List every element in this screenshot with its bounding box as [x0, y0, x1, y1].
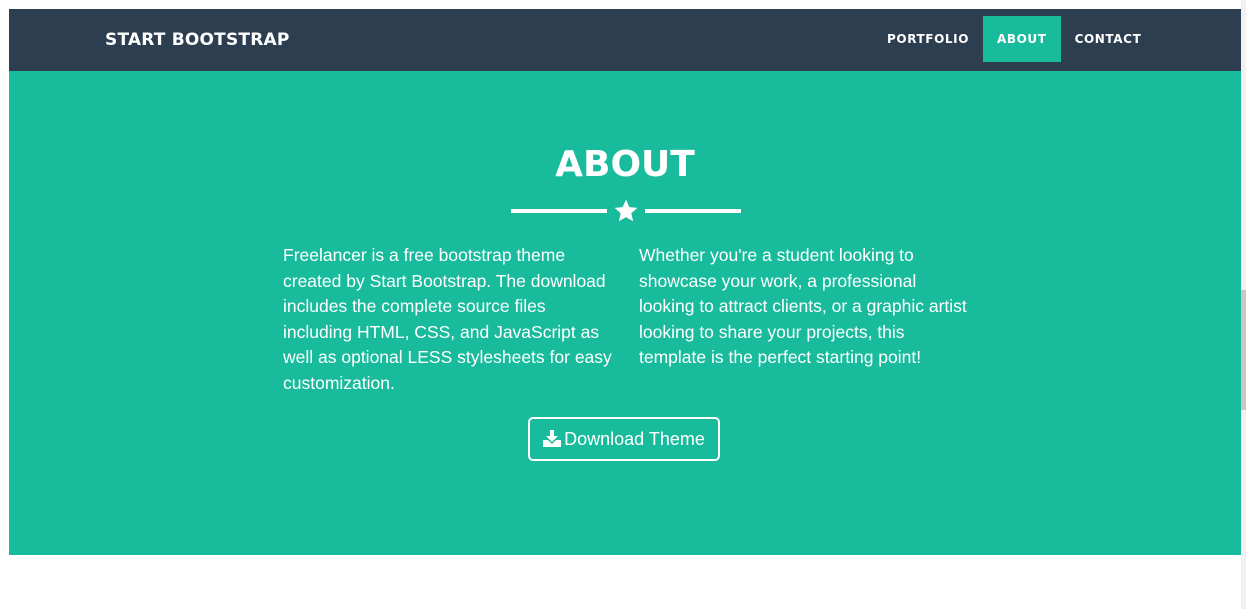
nav-menu: PORTFOLIO ABOUT CONTACT [873, 16, 1155, 62]
scrollbar-thumb[interactable] [1241, 290, 1246, 410]
brand-link[interactable]: START BOOTSTRAP [105, 9, 290, 71]
divider-line-right [645, 209, 741, 213]
download-icon [543, 429, 562, 447]
divider-line-left [511, 209, 607, 213]
nav-link-about[interactable]: ABOUT [983, 16, 1061, 62]
star-divider [511, 197, 741, 225]
about-section: ABOUT Freelancer is a free bootstrap the… [9, 71, 1241, 555]
about-text-right: Whether you're a student looking to show… [639, 245, 967, 368]
about-text-left: Freelancer is a free bootstrap theme cre… [283, 245, 612, 393]
download-theme-button[interactable]: Download Theme [528, 417, 720, 461]
navbar: START BOOTSTRAP PORTFOLIO ABOUT CONTACT [9, 9, 1241, 71]
page-frame: START BOOTSTRAP PORTFOLIO ABOUT CONTACT … [9, 9, 1241, 609]
nav-link-portfolio[interactable]: PORTFOLIO [873, 16, 983, 62]
about-title: ABOUT [555, 144, 695, 185]
nav-link-contact[interactable]: CONTACT [1061, 16, 1156, 62]
star-icon [614, 199, 638, 222]
download-theme-label: Download Theme [564, 428, 705, 449]
